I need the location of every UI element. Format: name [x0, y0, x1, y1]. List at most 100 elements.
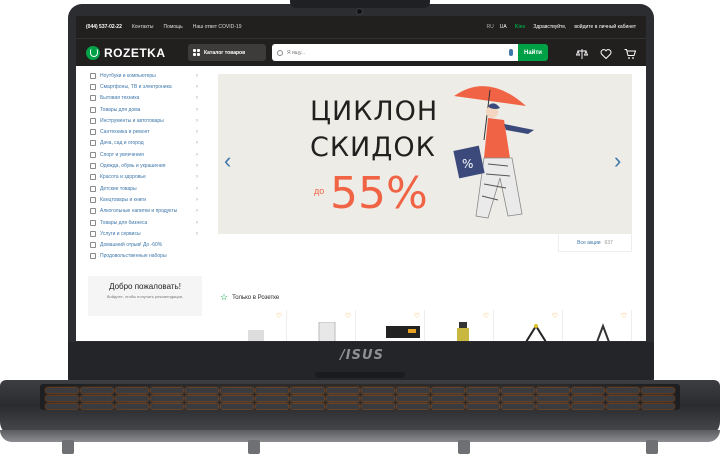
sidebar-item-stationery[interactable]: Канцтовары и книги ›: [90, 194, 204, 205]
heart-icon[interactable]: [600, 47, 612, 59]
laptop-foot: [646, 440, 658, 454]
product-card[interactable]: ♡: [563, 310, 632, 341]
city-name: Kiev: [514, 24, 526, 30]
chevron-right-icon: ›: [196, 163, 198, 170]
sidebar-item-garden[interactable]: Дача, сад и огород ›: [90, 138, 204, 149]
bottle-icon: [90, 208, 96, 215]
search-field[interactable]: [272, 44, 518, 61]
logo-icon: [86, 45, 100, 60]
chevron-right-icon: ›: [196, 72, 198, 79]
sidebar-item-food[interactable]: Алкогольные напитки и продукты ›: [90, 206, 204, 217]
laptop-foot: [458, 440, 470, 454]
all-promos-link[interactable]: Все акции 637: [558, 234, 632, 252]
lid-notch: [290, 0, 430, 8]
sidebar-item-label: Продовольственные наборы: [100, 253, 167, 260]
sidebar-item-home-sale[interactable]: Домашний отрыв! До -60%: [90, 239, 204, 250]
phone-number[interactable]: (044) 537-02-22: [86, 24, 122, 30]
banner-prev-arrow[interactable]: ‹: [224, 150, 231, 172]
sidebar-item-tools[interactable]: Инструменты и автотовары ›: [90, 115, 204, 126]
lang-ua[interactable]: UA: [500, 24, 507, 30]
product-image: [457, 322, 469, 341]
sidebar-item-services[interactable]: Услуги и сервисы ›: [90, 228, 204, 239]
sidebar-item-business[interactable]: Товары для бизнеса ›: [90, 217, 204, 228]
city-selector[interactable]: Kiev: [515, 24, 526, 30]
laptop-icon: [90, 72, 96, 79]
header: ROZETKA Каталог товаров Найти: [76, 38, 646, 66]
svg-text:%: %: [462, 157, 473, 171]
phone-icon: [90, 83, 96, 90]
chevron-right-icon: ›: [196, 95, 198, 102]
sidebar-item-label: Товары для дома: [100, 106, 141, 113]
sidebar-item-label: Алкогольные напитки и продукты: [100, 208, 178, 215]
top-link-contacts[interactable]: Контакты: [132, 24, 154, 30]
garden-icon: [90, 140, 96, 147]
banner-line-1: ЦИКЛОН: [310, 96, 439, 127]
sidebar-item-label: Одежда, обувь и украшения: [100, 163, 166, 170]
scales-icon[interactable]: [575, 47, 589, 59]
sidebar-item-food-sets[interactable]: Продовольственные наборы: [90, 251, 204, 262]
star-icon: ☆: [220, 292, 229, 302]
all-promos-label: Все акции: [577, 239, 601, 246]
product-card[interactable]: ♡: [494, 310, 563, 341]
sidebar-item-label: Ноутбуки и компьютеры: [100, 72, 156, 79]
sidebar-item-sport[interactable]: Спорт и увлечения ›: [90, 149, 204, 160]
product-card[interactable]: ♡: [425, 310, 494, 341]
sidebar-item-label: Услуги и сервисы: [100, 230, 141, 237]
heart-icon[interactable]: ♡: [414, 312, 420, 320]
heart-icon[interactable]: ♡: [276, 312, 282, 320]
home-icon: [90, 106, 96, 113]
chevron-right-icon: ›: [196, 174, 198, 181]
heart-icon[interactable]: ♡: [345, 312, 351, 320]
section-title-text: Только в Розетке: [232, 294, 280, 301]
webcam-icon: [356, 8, 363, 15]
sidebar-item-laptops[interactable]: Ноутбуки и компьютеры ›: [90, 70, 204, 81]
product-image: [318, 322, 336, 341]
cart-icon[interactable]: [624, 47, 637, 59]
product-card[interactable]: ♡: [287, 310, 356, 341]
lang-ru[interactable]: RU: [487, 24, 494, 30]
logo-text: ROZETKA: [104, 45, 166, 60]
header-icons: [575, 47, 637, 59]
keyboard: [40, 384, 680, 410]
search-icon: [277, 49, 283, 56]
welcome-subtitle: Войдите, чтобы получать рекомендации,: [106, 294, 184, 300]
promo-banner[interactable]: ЦИКЛОН СКИДОК до 55% %: [218, 74, 632, 234]
all-promos-count: 637: [604, 239, 613, 246]
services-icon: [90, 230, 96, 237]
banner-next-arrow[interactable]: ›: [614, 150, 621, 172]
heart-icon[interactable]: ♡: [552, 312, 558, 320]
sidebar-item-label: Детские товары: [100, 185, 137, 192]
sidebar-item-label: Бытовая техника: [100, 95, 140, 102]
sidebar-item-home[interactable]: Товары для дома ›: [90, 104, 204, 115]
sidebar-item-beauty[interactable]: Красота и здоровье ›: [90, 172, 204, 183]
top-link-help[interactable]: Помощь: [163, 24, 182, 30]
section-title: ☆ Только в Розетке: [220, 292, 279, 303]
search-button[interactable]: Найти: [518, 44, 548, 61]
product-card[interactable]: ♡: [218, 310, 287, 341]
business-icon: [90, 219, 96, 226]
laptop-photo: /ISUS (044) 537-02-22 Контакты Помощь На…: [0, 0, 720, 457]
product-card[interactable]: ♡: [356, 310, 425, 341]
laptop-brand-logo: /ISUS: [340, 348, 384, 363]
chevron-right-icon: ›: [196, 196, 198, 203]
chevron-right-icon: ›: [196, 185, 198, 192]
microphone-icon[interactable]: [509, 49, 513, 56]
heart-icon[interactable]: ♡: [621, 312, 627, 320]
chevron-right-icon: ›: [196, 117, 198, 124]
logo[interactable]: ROZETKA: [86, 45, 182, 60]
top-link-covid[interactable]: Наш ответ COVID-19: [193, 24, 242, 30]
heart-icon[interactable]: ♡: [483, 312, 489, 320]
sidebar-item-label: Инструменты и автотовары: [100, 117, 164, 124]
banner-prefix: до: [314, 186, 325, 196]
product-image: [596, 323, 610, 341]
sidebar-item-clothing[interactable]: Одежда, обувь и украшения ›: [90, 160, 204, 171]
login-link[interactable]: войдите в личный кабинет: [574, 24, 636, 30]
sidebar-item-smartphones[interactable]: Смартфоны, ТВ и электроника ›: [90, 81, 204, 92]
catalog-button[interactable]: Каталог товаров: [188, 44, 266, 61]
sidebar-item-appliances[interactable]: Бытовая техника ›: [90, 93, 204, 104]
main: Ноутбуки и компьютеры › Смартфоны, ТВ и э…: [76, 66, 646, 341]
chevron-right-icon: ›: [196, 83, 198, 90]
search-input[interactable]: [287, 49, 487, 56]
sidebar-item-plumbing[interactable]: Сантехника и ремонт ›: [90, 126, 204, 137]
sidebar-item-kids[interactable]: Детские товары ›: [90, 183, 204, 194]
